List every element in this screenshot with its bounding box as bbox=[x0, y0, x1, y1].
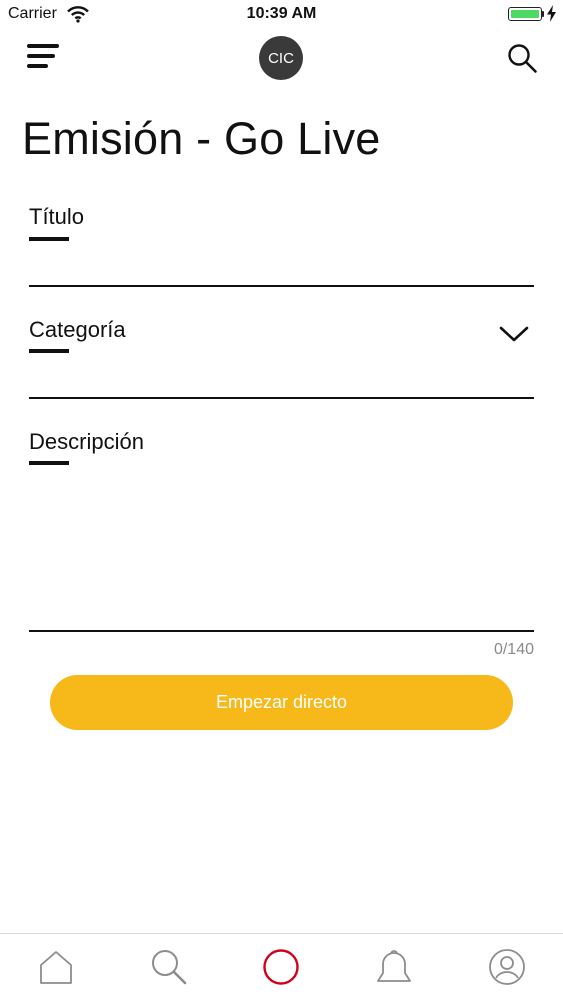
start-live-button-label: Empezar directo bbox=[215, 692, 348, 712]
logo-text: CIC bbox=[268, 49, 294, 67]
home-icon[interactable] bbox=[36, 947, 76, 987]
category-field-divider bbox=[29, 397, 534, 399]
start-live-button[interactable]: Empezar directo bbox=[50, 675, 513, 730]
chevron-down-icon[interactable] bbox=[498, 322, 530, 346]
battery-icon bbox=[508, 7, 542, 21]
title-field-divider bbox=[29, 285, 534, 287]
bell-icon[interactable] bbox=[374, 947, 414, 987]
hamburger-menu-icon[interactable] bbox=[27, 44, 59, 70]
channel-logo: CIC bbox=[259, 36, 303, 80]
description-textarea[interactable] bbox=[29, 428, 534, 630]
search-icon[interactable] bbox=[506, 42, 538, 74]
live-record-icon[interactable] bbox=[261, 947, 301, 987]
battery-nub bbox=[542, 11, 544, 17]
page-title: Emisión - Go Live bbox=[22, 113, 381, 164]
tab-search-icon[interactable] bbox=[149, 947, 189, 987]
title-field[interactable] bbox=[29, 204, 534, 286]
status-time: 10:39 AM bbox=[246, 5, 317, 22]
description-field-divider bbox=[29, 630, 534, 632]
category-select[interactable] bbox=[29, 316, 534, 398]
character-counter: 0/140 bbox=[493, 641, 534, 658]
profile-icon[interactable] bbox=[487, 947, 527, 987]
charging-bolt-icon bbox=[547, 5, 556, 22]
